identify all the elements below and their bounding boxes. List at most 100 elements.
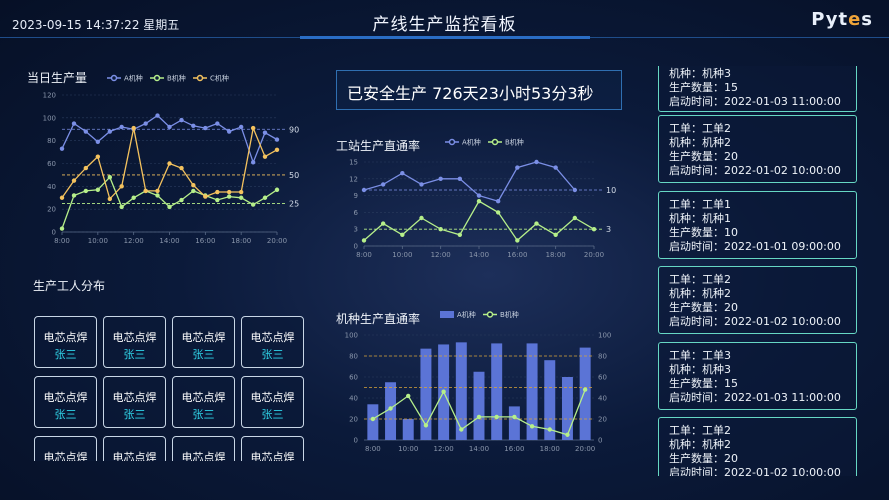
- legend-label: A机种: [457, 310, 476, 319]
- legend-label: A机种: [124, 74, 143, 83]
- work-order-list[interactable]: 机种：机种3 生产数量：15 启动时间：2022-01-03 11:00:00 …: [656, 66, 860, 476]
- worker-station: 电芯点焊: [112, 331, 157, 344]
- worker-name: 张三: [123, 408, 146, 421]
- reference-label: 10: [606, 186, 616, 195]
- data-point: [438, 227, 443, 232]
- y-tick-label: 120: [43, 92, 56, 100]
- worker-card: 电芯点焊张三: [172, 316, 235, 368]
- station-pass-rate-chart: 0 3 6 9 12 15 8:00 10:00 12:00 14:00 16:00 18:00 20:…: [349, 138, 616, 260]
- x-tick-label: 8:00: [356, 251, 372, 259]
- data-point: [380, 182, 386, 187]
- data-point: [438, 176, 443, 181]
- data-point: [238, 189, 244, 195]
- data-point: [459, 427, 464, 432]
- x-tick-label: 18:00: [231, 237, 251, 245]
- worker-card: 电芯点焊张三: [103, 436, 166, 461]
- y-tick-label: 12: [349, 175, 358, 183]
- data-point: [495, 199, 501, 204]
- data-point: [370, 416, 376, 422]
- data-point: [71, 178, 77, 183]
- x-tick-label: 8:00: [365, 445, 381, 453]
- y-tick-label: 0: [354, 437, 358, 445]
- daily-production-chart: 0 20 40 60 80 100 120 8:00 10:00 12:00 14:00 16:00 1…: [43, 74, 300, 246]
- data-point: [262, 130, 268, 135]
- data-point: [512, 414, 517, 420]
- order-model: 机种：机种3: [669, 362, 731, 376]
- worker-name: 张三: [123, 348, 146, 361]
- data-point: [515, 238, 520, 243]
- worker-station: 电芯点焊: [181, 331, 226, 344]
- bar: [473, 371, 485, 440]
- work-order-card: 机种：机种3 生产数量：15 启动时间：2022-01-03 11:00:00: [658, 66, 857, 112]
- y-tick-label: 15: [349, 159, 358, 167]
- y-tick-label: 0: [52, 229, 56, 237]
- data-point: [495, 210, 501, 215]
- work-order-card[interactable]: 工单：工单1 机种：机种1 生产数量：10 启动时间：2022-01-01 09:00…: [658, 190, 857, 259]
- order-quantity: 生产数量：20: [669, 452, 738, 465]
- y-tick-label: 40: [349, 395, 358, 403]
- data-point: [441, 389, 446, 394]
- data-point: [274, 137, 280, 142]
- y2-tick-label: 40: [598, 395, 607, 403]
- data-point: [179, 165, 184, 171]
- reference-label: 90: [289, 125, 299, 134]
- work-order-card[interactable]: 工单：工单3 机种：机种3 生产数量：15 启动时间：2022-01-03 11:00…: [658, 341, 857, 410]
- order-model: 机种：机种2: [669, 438, 731, 451]
- legend-label: B机种: [167, 74, 186, 83]
- series-line: [61, 114, 278, 165]
- order-quantity: 生产数量：15: [669, 81, 738, 94]
- x-tick-label: 20:00: [267, 237, 287, 245]
- legend-swatch: [153, 74, 161, 82]
- worker-station: 电芯点焊: [181, 391, 226, 404]
- data-point: [419, 215, 424, 221]
- data-point: [83, 188, 89, 194]
- data-point: [215, 121, 220, 126]
- data-point: [572, 187, 578, 193]
- x-tick-label: 20:00: [584, 251, 604, 259]
- y2-tick-label: 60: [598, 374, 607, 382]
- data-point: [155, 188, 160, 194]
- y-tick-label: 0: [354, 243, 358, 251]
- order-id: 工单：工单2: [669, 122, 731, 135]
- x-tick-label: 20:00: [575, 445, 595, 453]
- data-point: [131, 125, 136, 131]
- data-point: [107, 129, 113, 134]
- data-point: [191, 123, 196, 129]
- y2-tick-label: 100: [598, 332, 611, 340]
- data-point: [179, 197, 184, 203]
- work-order-card[interactable]: 工单：工单2 机种：机种2 生产数量：20 启动时间：2022-01-02 10:00…: [658, 266, 857, 334]
- x-tick-label: 16:00: [504, 445, 524, 453]
- x-tick-label: 14:00: [469, 445, 489, 453]
- worker-station: 电芯点焊: [112, 451, 157, 461]
- work-order-card[interactable]: 工单：工单2 机种：机种2 生产数量：20 启动时间：2022-01-02 10:00…: [658, 417, 857, 476]
- worker-station: 电芯点焊: [112, 391, 157, 404]
- data-point: [143, 188, 148, 194]
- legend-label: B机种: [500, 310, 519, 319]
- work-order-card[interactable]: 工单：工单2 机种：机种2 生产数量：20 启动时间：2022-01-02 10:00…: [658, 115, 857, 183]
- y-tick-label: 60: [47, 160, 56, 168]
- data-point: [107, 175, 113, 180]
- order-start-time: 启动时间：2022-01-02 10:00:00: [669, 466, 841, 476]
- data-point: [274, 147, 280, 152]
- worker-name: 张三: [54, 348, 77, 361]
- order-model: 机种：机种2: [669, 136, 731, 149]
- data-point: [226, 194, 232, 199]
- order-start-time: 启动时间：2022-01-02 10:00:00: [669, 315, 841, 328]
- order-model: 机种：机种1: [669, 211, 731, 225]
- data-point: [226, 189, 232, 195]
- order-start-time: 启动时间：2022-01-03 11:00:00: [669, 95, 841, 108]
- data-point: [494, 414, 499, 420]
- data-point: [179, 117, 184, 123]
- data-point: [361, 238, 367, 243]
- data-point: [529, 424, 535, 429]
- y-tick-label: 100: [43, 114, 56, 122]
- data-point: [59, 146, 65, 151]
- data-point: [71, 193, 77, 198]
- data-point: [215, 197, 220, 203]
- safety-counter-box: 已安全生产 726天23小时53分3秒: [336, 70, 622, 110]
- order-quantity: 生产数量：20: [669, 301, 738, 314]
- legend-label: A机种: [462, 138, 481, 147]
- y2-tick-label: 80: [598, 353, 607, 361]
- data-point: [262, 154, 268, 159]
- order-quantity: 生产数量：20: [669, 150, 738, 163]
